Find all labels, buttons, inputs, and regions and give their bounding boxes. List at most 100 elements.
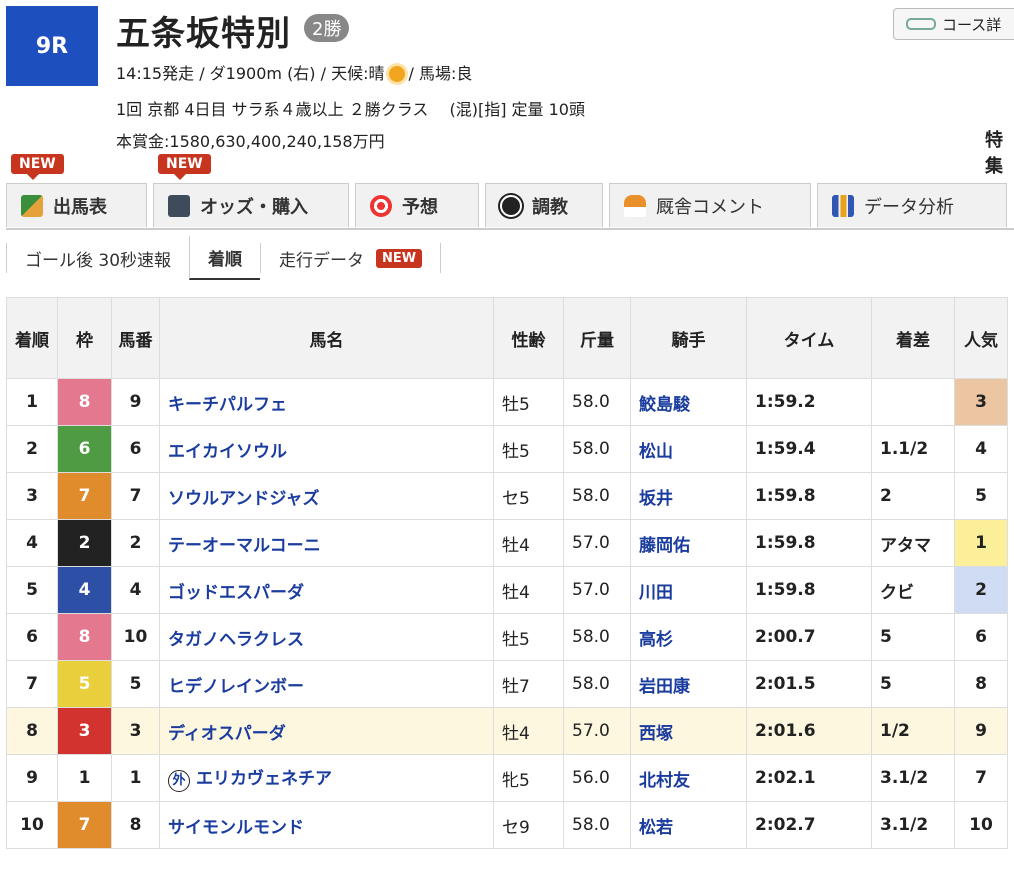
- margin-cell: [871, 378, 955, 426]
- rank-cell: 7: [6, 660, 58, 708]
- subtab-result[interactable]: 着順: [189, 236, 261, 280]
- header-rank: 着順: [6, 297, 58, 379]
- jockey-cell[interactable]: 藤岡佑: [630, 519, 747, 567]
- track-condition: / 馬場:良: [408, 64, 473, 83]
- target-icon: [370, 194, 392, 217]
- header-time: タイム: [746, 297, 872, 379]
- margin-cell: 3.1/2: [871, 801, 955, 849]
- tab-stable-comment[interactable]: 厩舎コメント: [609, 183, 811, 227]
- sex-age-cell: 牡5: [493, 425, 564, 473]
- horse-name-cell[interactable]: エイカイソウル: [159, 425, 494, 473]
- margin-cell: 1.1/2: [871, 425, 955, 473]
- horse-name-cell[interactable]: ディオスパーダ: [159, 707, 494, 755]
- popularity-cell: 7: [954, 754, 1008, 802]
- horse-name[interactable]: ゴッドエスパーダ: [168, 583, 304, 603]
- waku-cell: 7: [57, 472, 112, 520]
- course-detail-button[interactable]: コース詳: [893, 8, 1014, 40]
- waku-cell: 7: [57, 801, 112, 849]
- horse-name[interactable]: テーオーマルコーニ: [168, 536, 321, 556]
- rank-cell: 1: [6, 378, 58, 426]
- table-row: 9 1 1 外エリカヴェネチア 牝5 56.0 北村友 2:02.1 3.1/2 7: [6, 754, 1008, 802]
- header-popularity: 人気: [954, 297, 1008, 379]
- horse-name-cell[interactable]: ゴッドエスパーダ: [159, 566, 494, 614]
- weight-cell: 58.0: [563, 613, 631, 661]
- horse-name[interactable]: タガノヘラクレス: [168, 630, 304, 650]
- horse-name[interactable]: ヒデノレインボー: [168, 677, 304, 697]
- table-row: 6 8 10 タガノヘラクレス 牡5 58.0 高杉 2:00.7 5 6: [6, 613, 1008, 661]
- horse-name-cell[interactable]: キーチパルフェ: [159, 378, 494, 426]
- time-cell: 2:00.7: [746, 613, 872, 661]
- margin-cell: 5: [871, 613, 955, 661]
- table-row: 10 7 8 サイモンルモンド セ9 58.0 松若 2:02.7 3.1/2 10: [6, 801, 1008, 849]
- waku-cell: 6: [57, 425, 112, 473]
- rank-cell: 10: [6, 801, 58, 849]
- tab-odds[interactable]: NEW オッズ・購入: [153, 154, 349, 227]
- horse-name[interactable]: エイカイソウル: [168, 442, 287, 462]
- horse-name[interactable]: エリカヴェネチア: [196, 769, 332, 789]
- jockey-cell[interactable]: 西塚: [630, 707, 747, 755]
- feature-link[interactable]: 特集: [985, 126, 1014, 178]
- horse-name[interactable]: サイモンルモンド: [168, 818, 304, 838]
- header-umaban: 馬番: [111, 297, 160, 379]
- waku-cell: 1: [57, 754, 112, 802]
- horse-name-cell[interactable]: サイモンルモンド: [159, 801, 494, 849]
- tab-divider: [6, 228, 1014, 230]
- popularity-cell: 6: [954, 613, 1008, 661]
- tab-label: 出馬表: [53, 196, 107, 218]
- jockey-cell[interactable]: 川田: [630, 566, 747, 614]
- margin-cell: アタマ: [871, 519, 955, 567]
- horse-name-cell[interactable]: ソウルアンドジャズ: [159, 472, 494, 520]
- subtab-goal-flash[interactable]: ゴール後 30秒速報: [6, 243, 189, 273]
- umaban-cell: 10: [111, 613, 160, 661]
- horse-name-cell[interactable]: ヒデノレインボー: [159, 660, 494, 708]
- horse-name-cell[interactable]: タガノヘラクレス: [159, 613, 494, 661]
- umaban-cell: 7: [111, 472, 160, 520]
- rank-cell: 8: [6, 707, 58, 755]
- popularity-cell: 2: [954, 566, 1008, 614]
- umaban-cell: 9: [111, 378, 160, 426]
- horse-name[interactable]: ソウルアンドジャズ: [168, 489, 319, 509]
- race-number-badge: 9R: [6, 6, 98, 86]
- sex-age-cell: 牡5: [493, 378, 564, 426]
- table-row: 4 2 2 テーオーマルコーニ 牡4 57.0 藤岡佑 1:59.8 アタマ 1: [6, 519, 1008, 567]
- jockey-cell[interactable]: 高杉: [630, 613, 747, 661]
- horse-name-cell[interactable]: 外エリカヴェネチア: [159, 754, 494, 802]
- jockey-cell[interactable]: 坂井: [630, 472, 747, 520]
- tab-data-analysis[interactable]: データ分析: [817, 183, 1007, 227]
- weight-cell: 58.0: [563, 472, 631, 520]
- new-tag: NEW: [376, 248, 423, 268]
- sex-age-cell: 牡4: [493, 566, 564, 614]
- tab-yoso[interactable]: 予想: [355, 183, 479, 227]
- header-waku: 枠: [57, 297, 112, 379]
- horse-name[interactable]: キーチパルフェ: [168, 395, 287, 415]
- table-row: 3 7 7 ソウルアンドジャズ セ5 58.0 坂井 1:59.8 2 5: [6, 472, 1008, 520]
- jockey-cell[interactable]: 鮫島駿: [630, 378, 747, 426]
- header-weight: 斤量: [563, 297, 631, 379]
- table-row: 2 6 6 エイカイソウル 牡5 58.0 松山 1:59.4 1.1/2 4: [6, 425, 1008, 473]
- jockey-cell[interactable]: 北村友: [630, 754, 747, 802]
- tab-label: データ分析: [864, 196, 954, 218]
- race-conditions-line: 14:15発走 / ダ1900m (右) / 天候:晴 / 馬場:良: [116, 60, 472, 84]
- jockey-cell[interactable]: 松若: [630, 801, 747, 849]
- tab-label: 厩舎コメント: [656, 196, 764, 218]
- tab-chokyo[interactable]: 調教: [485, 183, 603, 227]
- table-row: 5 4 4 ゴッドエスパーダ 牡4 57.0 川田 1:59.8 クビ 2: [6, 566, 1008, 614]
- tab-shutuba[interactable]: NEW 出馬表: [6, 154, 147, 227]
- waku-cell: 3: [57, 707, 112, 755]
- rank-cell: 9: [6, 754, 58, 802]
- table-row: 7 5 5 ヒデノレインボー 牡7 58.0 岩田康 2:01.5 5 8: [6, 660, 1008, 708]
- subtab-running-data[interactable]: 走行データ NEW: [260, 243, 442, 273]
- new-tag: NEW: [158, 154, 211, 180]
- horse-name-cell[interactable]: テーオーマルコーニ: [159, 519, 494, 567]
- tab-label: 予想: [402, 196, 438, 218]
- table-row: 1 8 9 キーチパルフェ 牡5 58.0 鮫島駿 1:59.2 3: [6, 378, 1008, 426]
- jockey-cell[interactable]: 岩田康: [630, 660, 747, 708]
- weight-cell: 57.0: [563, 707, 631, 755]
- new-tag: NEW: [11, 154, 64, 180]
- horse-name[interactable]: ディオスパーダ: [168, 724, 286, 744]
- sex-age-cell: 牡4: [493, 707, 564, 755]
- umaban-cell: 3: [111, 707, 160, 755]
- jockey-cell[interactable]: 松山: [630, 425, 747, 473]
- table-row: 8 3 3 ディオスパーダ 牡4 57.0 西塚 2:01.6 1/2 9: [6, 707, 1008, 755]
- sex-age-cell: セ9: [493, 801, 564, 849]
